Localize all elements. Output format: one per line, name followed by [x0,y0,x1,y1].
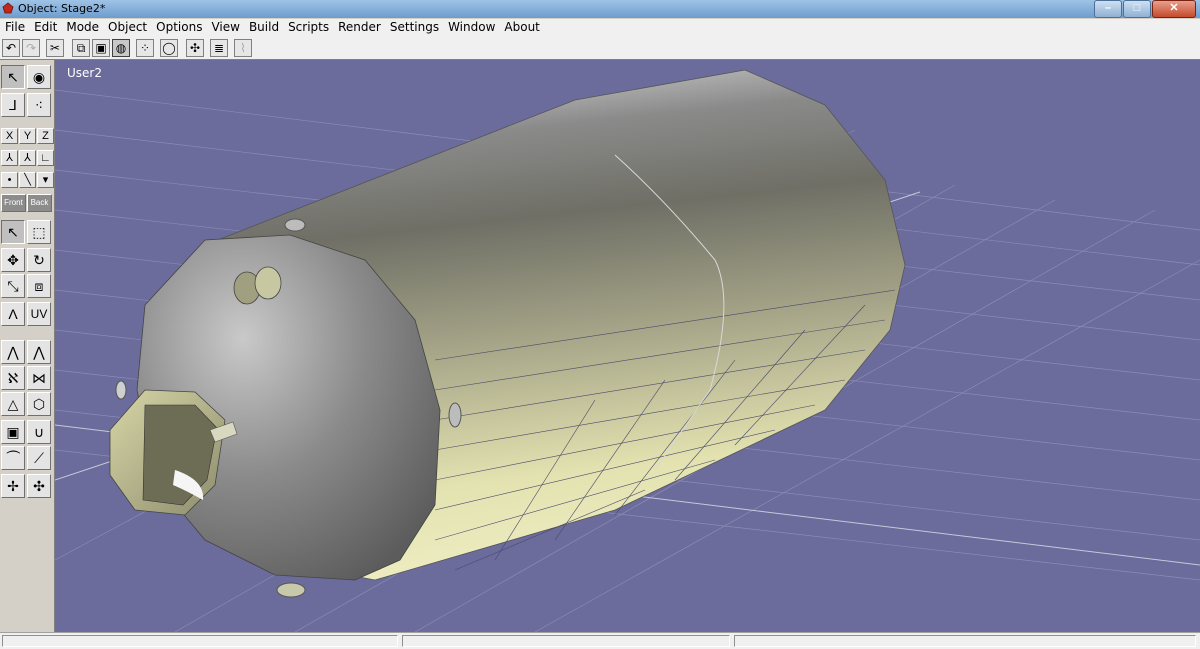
mesh-dome-icon[interactable]: ⋀ [27,340,51,364]
maximize-button[interactable]: □ [1123,0,1151,18]
pointer-icon[interactable]: ↖ [1,220,25,244]
menu-build[interactable]: Build [244,19,283,37]
menu-settings[interactable]: Settings [385,19,443,37]
status-bar [0,632,1200,649]
menu-window[interactable]: Window [443,19,499,37]
axis-z-button[interactable]: Z [37,128,54,144]
eye-icon[interactable]: ◉ [27,65,51,89]
menu-view[interactable]: View [206,19,243,37]
shear-icon[interactable]: ⧈ [27,274,51,298]
lathe-icon[interactable]: ⋀ [1,340,25,364]
left-lug[interactable] [115,380,127,400]
close-button[interactable]: ✕ [1152,0,1196,18]
menu-options[interactable]: Options [151,19,206,37]
menu-render[interactable]: Render [333,19,385,37]
menu-edit[interactable]: Edit [29,19,61,37]
dot-icon[interactable]: • [1,172,18,188]
uv-button[interactable]: UV [27,302,51,326]
list-icon[interactable]: ≣ [210,39,228,57]
side-lug[interactable] [448,402,462,428]
back-button[interactable]: Back [27,194,52,212]
menu-bar: File Edit Mode Object Options View Build… [0,19,1200,37]
select-arrow-icon[interactable]: ↖ [1,65,25,89]
move-all-icon[interactable]: ✢ [1,474,25,498]
status-field-1 [2,635,398,647]
axis-x-button[interactable]: X [1,128,18,144]
toolbar: ↶ ↷ ✂ ⧉ ▣ ◍ ⁘ ◯ ✣ ≣ ⌇ [0,37,1200,60]
status-field-2 [402,635,730,647]
top-lug[interactable] [284,218,306,232]
status-field-3 [734,635,1196,647]
four-views-icon[interactable]: ⁘ [136,39,154,57]
menu-object[interactable]: Object [103,19,151,37]
add-point-icon[interactable]: ✣ [186,39,204,57]
corner-icon[interactable]: ∟ [37,150,54,166]
bend-icon[interactable]: Λ [1,302,25,326]
axes-icon[interactable]: ⅃ [1,93,25,117]
points-icon[interactable]: ⁖ [27,93,51,117]
dropdown-icon[interactable]: ▾ [37,172,54,188]
viewport-user2[interactable]: User2 [55,60,1200,632]
loft-icon[interactable]: ⋈ [27,366,51,390]
tool-palette: ↖ ◉ ⅃ ⁖ X Y Z ⅄ ⅄ ∟ • ╲ ▾ Front Back ↖ ⬚… [0,60,55,632]
scale-icon[interactable]: ⤡ [1,274,25,298]
marquee-icon[interactable]: ⬚ [27,220,51,244]
magnet-icon[interactable]: ∪ [27,420,51,444]
taper-icon[interactable]: ⏜ [1,446,25,470]
undo-icon[interactable]: ↶ [2,39,20,57]
scene-canvas[interactable] [55,60,1200,632]
cut-icon[interactable]: ✂ [46,39,64,57]
move-center-icon[interactable]: ✣ [27,474,51,498]
sweep-icon[interactable]: ℵ [1,366,25,390]
bottom-lug[interactable] [276,582,306,598]
lock-axis-icon[interactable]: ⅄ [1,150,18,166]
knife-icon[interactable]: ⟋ [27,446,51,470]
axis-y-button[interactable]: Y [19,128,36,144]
cone-icon[interactable]: △ [1,392,25,416]
menu-mode[interactable]: Mode [61,19,103,37]
window-title: Object: Stage2* [18,2,106,15]
menu-about[interactable]: About [499,19,543,37]
minimize-button[interactable]: – [1094,0,1122,18]
app-icon [2,2,14,14]
frame-icon[interactable]: ▣ [1,420,25,444]
menu-file[interactable]: File [0,19,29,37]
title-bar: Object: Stage2* – □ ✕ [0,0,1200,18]
copy-icon[interactable]: ⧉ [72,39,90,57]
lock-plane-icon[interactable]: ⅄ [19,150,36,166]
front-button[interactable]: Front [1,194,26,212]
menu-scripts[interactable]: Scripts [283,19,333,37]
viewport-label: User2 [67,66,102,80]
orbit-icon[interactable]: ◯ [160,39,178,57]
sphere-view-icon[interactable]: ◍ [112,39,130,57]
paste-icon[interactable]: ▣ [92,39,110,57]
move-icon[interactable]: ✥ [1,248,25,272]
rotate-icon[interactable]: ↻ [27,248,51,272]
knob-2[interactable] [254,266,282,300]
graph-icon[interactable]: ⌇ [234,39,252,57]
cube-icon[interactable]: ⬡ [27,392,51,416]
diagonal-icon[interactable]: ╲ [19,172,36,188]
redo-icon[interactable]: ↷ [22,39,40,57]
